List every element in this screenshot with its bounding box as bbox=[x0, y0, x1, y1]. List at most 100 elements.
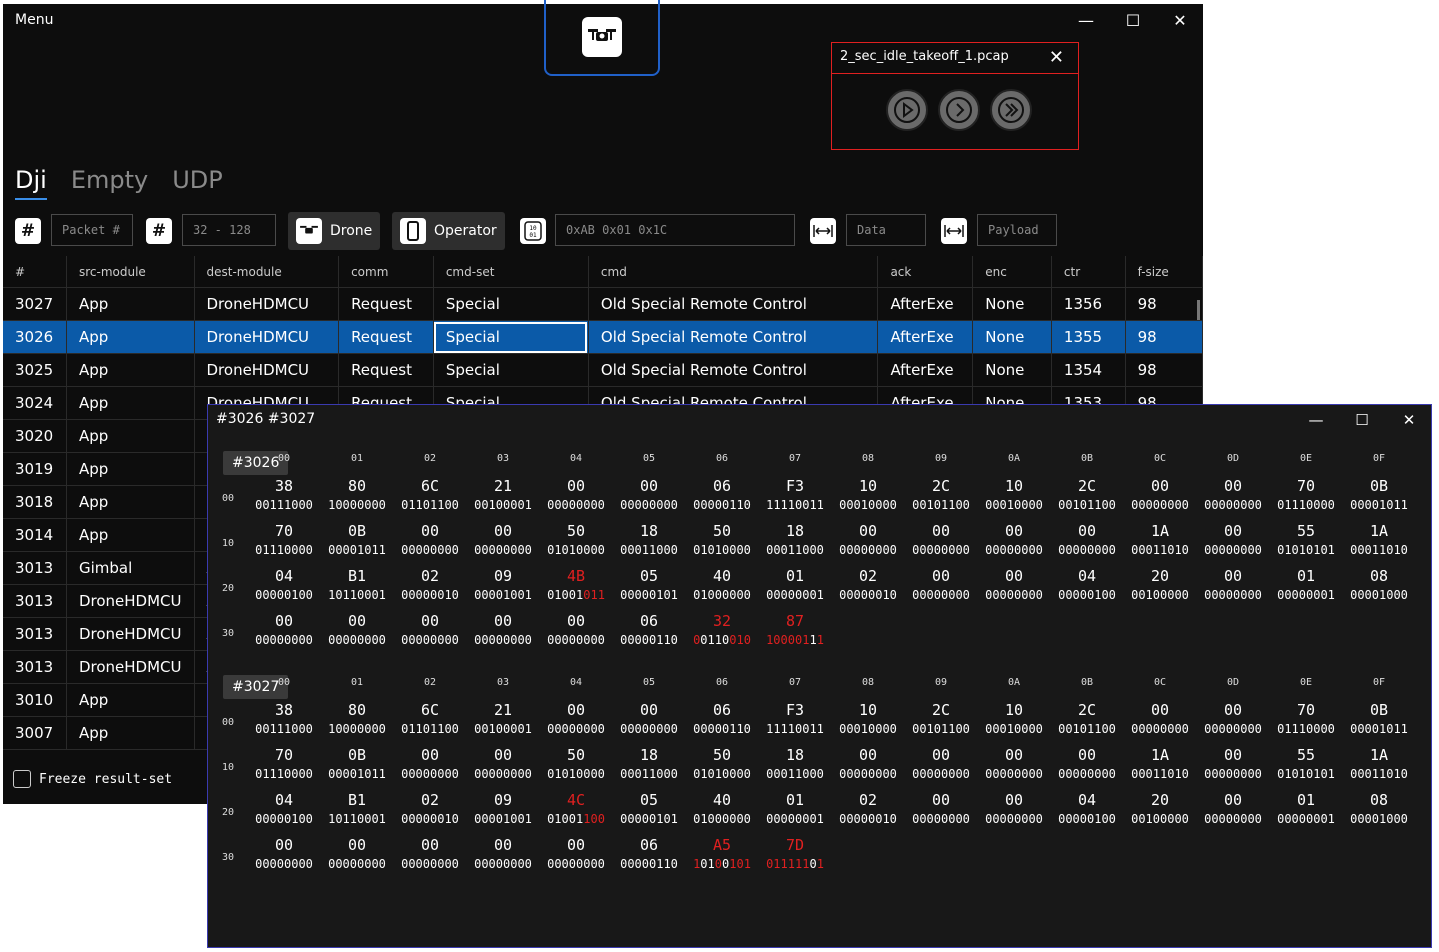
col-header[interactable]: ctr bbox=[1051, 256, 1126, 288]
hex-byte[interactable]: 38 bbox=[248, 477, 320, 495]
drone-toggle-button[interactable]: Drone bbox=[288, 212, 381, 250]
hex-byte[interactable]: 40 bbox=[686, 567, 758, 585]
hex-byte[interactable]: 05 bbox=[613, 567, 685, 585]
hex-byte[interactable]: 00 bbox=[394, 522, 466, 540]
hex-byte[interactable]: 50 bbox=[686, 746, 758, 764]
table-cell[interactable]: App bbox=[66, 683, 195, 717]
table-cell[interactable]: Request bbox=[338, 287, 434, 321]
hex-byte[interactable]: 18 bbox=[613, 746, 685, 764]
hex-byte[interactable]: 32 bbox=[686, 612, 758, 630]
table-cell[interactable]: App bbox=[66, 452, 195, 486]
hex-byte[interactable]: 09 bbox=[467, 567, 539, 585]
hex-byte[interactable]: A5 bbox=[686, 836, 758, 854]
hex-byte[interactable]: 00 bbox=[1197, 567, 1269, 585]
hex-byte[interactable]: 00 bbox=[248, 836, 320, 854]
hex-byte[interactable]: 06 bbox=[613, 612, 685, 630]
tab-empty[interactable]: Empty bbox=[71, 166, 148, 200]
hex-byte[interactable]: 00 bbox=[1197, 791, 1269, 809]
hex-byte[interactable]: 1A bbox=[1343, 522, 1415, 540]
table-cell[interactable]: 3013 bbox=[3, 584, 67, 618]
hex-byte[interactable]: 01 bbox=[759, 567, 831, 585]
hex-byte[interactable]: 38 bbox=[248, 701, 320, 719]
hex-byte[interactable]: 00 bbox=[905, 746, 977, 764]
hex-byte[interactable]: 00 bbox=[832, 522, 904, 540]
table-cell[interactable]: App bbox=[66, 353, 195, 387]
hex-byte[interactable]: 02 bbox=[394, 791, 466, 809]
hex-byte[interactable]: 00 bbox=[1051, 746, 1123, 764]
hex-byte[interactable]: 20 bbox=[1124, 791, 1196, 809]
hex-byte[interactable]: 00 bbox=[321, 612, 393, 630]
player-close-icon[interactable]: ✕ bbox=[1049, 47, 1064, 68]
hex-byte[interactable]: 20 bbox=[1124, 567, 1196, 585]
packet-number-input[interactable]: Packet # bbox=[51, 214, 133, 246]
hex-byte[interactable]: 00 bbox=[467, 836, 539, 854]
hex-byte[interactable]: 10 bbox=[978, 701, 1050, 719]
hex-byte[interactable]: 02 bbox=[832, 791, 904, 809]
table-cell[interactable]: None bbox=[972, 320, 1052, 354]
table-cell[interactable]: Old Special Remote Control bbox=[588, 320, 879, 354]
hash-icon[interactable]: # bbox=[15, 218, 41, 244]
table-cell[interactable]: App bbox=[66, 320, 195, 354]
hex-byte[interactable]: 01 bbox=[1270, 791, 1342, 809]
hex-byte[interactable]: 08 bbox=[1343, 567, 1415, 585]
hex-byte[interactable]: 2C bbox=[905, 701, 977, 719]
hex-byte[interactable]: 00 bbox=[248, 612, 320, 630]
table-cell[interactable]: 1354 bbox=[1051, 353, 1126, 387]
hex-byte[interactable]: 00 bbox=[394, 612, 466, 630]
hex-byte[interactable]: 4B bbox=[540, 567, 612, 585]
hex-byte[interactable]: 00 bbox=[1051, 522, 1123, 540]
table-cell[interactable]: DroneHDMCU bbox=[194, 320, 340, 354]
table-cell[interactable]: 98 bbox=[1125, 353, 1204, 387]
hex-byte[interactable]: 04 bbox=[1051, 567, 1123, 585]
width-payload-icon[interactable] bbox=[941, 218, 967, 244]
hex-byte[interactable]: 00 bbox=[467, 522, 539, 540]
hex-byte[interactable]: 50 bbox=[540, 522, 612, 540]
hex-byte[interactable]: 02 bbox=[832, 567, 904, 585]
table-cell[interactable]: 3026 bbox=[3, 320, 67, 354]
fast-forward-icon[interactable] bbox=[990, 89, 1032, 131]
hex-byte[interactable]: 1A bbox=[1124, 746, 1196, 764]
hex-byte[interactable]: 18 bbox=[759, 746, 831, 764]
table-row[interactable]: 3027 App DroneHDMCU Request Special Old Speci… bbox=[3, 287, 1204, 321]
hex-minimize-icon[interactable]: — bbox=[1293, 405, 1339, 435]
table-cell[interactable]: 3020 bbox=[3, 419, 67, 453]
hex-byte[interactable]: 6C bbox=[394, 477, 466, 495]
hex-byte[interactable]: 00 bbox=[1197, 746, 1269, 764]
col-header[interactable]: src-module bbox=[66, 256, 195, 288]
hex-byte[interactable]: 00 bbox=[540, 612, 612, 630]
table-cell[interactable]: AfterExe bbox=[877, 320, 974, 354]
table-cell[interactable]: Special bbox=[433, 353, 589, 387]
hex-byte[interactable]: 00 bbox=[1197, 522, 1269, 540]
table-cell[interactable]: 1355 bbox=[1051, 320, 1126, 354]
hex-byte[interactable]: 0B bbox=[1343, 701, 1415, 719]
col-header[interactable]: cmd bbox=[588, 256, 879, 288]
hex-byte[interactable]: 00 bbox=[978, 791, 1050, 809]
binary-icon[interactable]: 10 01 bbox=[520, 218, 546, 244]
hex-byte[interactable]: 0B bbox=[321, 746, 393, 764]
hex-byte[interactable]: 06 bbox=[613, 836, 685, 854]
hex-byte[interactable]: 4C bbox=[540, 791, 612, 809]
hex-byte[interactable]: 1A bbox=[1124, 522, 1196, 540]
col-header[interactable]: # bbox=[3, 256, 67, 288]
hex-byte[interactable]: 2C bbox=[1051, 477, 1123, 495]
hex-byte[interactable]: 01 bbox=[1270, 567, 1342, 585]
table-cell[interactable]: App bbox=[66, 419, 195, 453]
hex-byte[interactable]: 80 bbox=[321, 701, 393, 719]
hex-byte[interactable]: 87 bbox=[759, 612, 831, 630]
width-data-icon[interactable] bbox=[810, 218, 836, 244]
close-icon[interactable]: ✕ bbox=[1157, 4, 1203, 36]
table-cell[interactable]: 3018 bbox=[3, 485, 67, 519]
hex-byte[interactable]: 00 bbox=[613, 477, 685, 495]
table-cell[interactable]: 3027 bbox=[3, 287, 67, 321]
hex-byte[interactable]: 04 bbox=[1051, 791, 1123, 809]
hex-byte[interactable]: 00 bbox=[978, 522, 1050, 540]
hex-byte[interactable]: B1 bbox=[321, 791, 393, 809]
table-cell[interactable]: DroneHDMCU bbox=[66, 617, 195, 651]
table-row[interactable]: 3026 App DroneHDMCU Request Special Old Speci… bbox=[3, 320, 1204, 354]
col-header[interactable]: dest-module bbox=[194, 256, 340, 288]
hex-byte[interactable]: 55 bbox=[1270, 522, 1342, 540]
cmd-filter-input[interactable]: 0xAB 0x01 0x1C bbox=[555, 214, 795, 246]
hex-byte[interactable]: 50 bbox=[686, 522, 758, 540]
hex-byte[interactable]: 21 bbox=[467, 701, 539, 719]
size-range-input[interactable]: 32 - 128 bbox=[182, 214, 276, 246]
